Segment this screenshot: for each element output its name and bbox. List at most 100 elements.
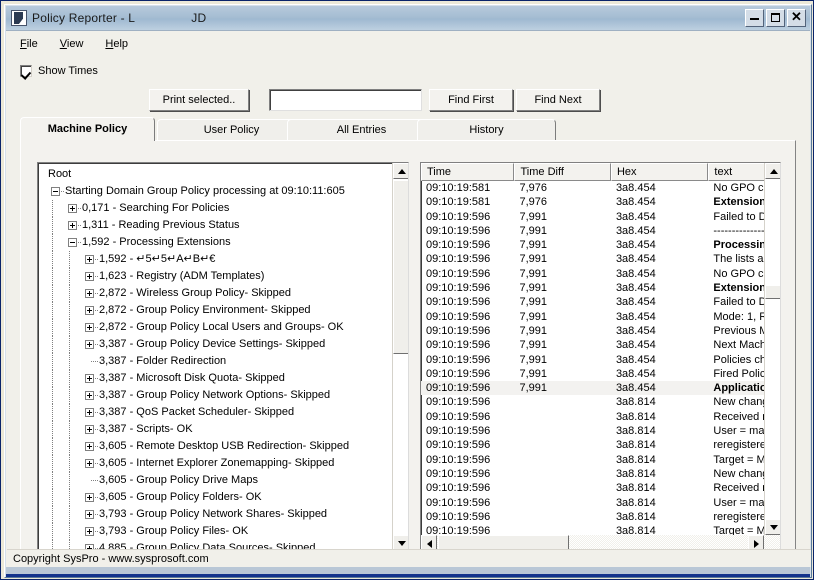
print-selected-button[interactable]: Print selected.. (149, 89, 249, 111)
tree-collapse-icon[interactable] (68, 238, 77, 247)
tree-expand-icon[interactable] (85, 493, 94, 502)
minimize-button[interactable] (745, 9, 764, 27)
table-row[interactable]: 09:10:19:5967,9913a8.454Mode: 1, Re (421, 310, 780, 324)
tree-node[interactable]: 3,793 - Group Policy Network Shares- Ski… (38, 506, 392, 523)
tree-expand-icon[interactable] (85, 442, 94, 451)
tree-expand-icon[interactable] (85, 374, 94, 383)
table-row[interactable]: 09:10:19:5967,9913a8.454Next Machir (421, 338, 780, 352)
tree-expand-icon[interactable] (85, 306, 94, 315)
table-row[interactable]: 09:10:19:5963a8.814New change (421, 467, 780, 481)
table-row[interactable]: 09:10:19:5963a8.814reregistered. (421, 438, 780, 452)
tree-node[interactable]: 3,605 - Group Policy Drive Maps (38, 472, 392, 489)
tree-scroll-thumb[interactable] (393, 180, 409, 354)
tree-expand-icon[interactable] (85, 527, 94, 536)
maximize-button[interactable] (766, 9, 785, 27)
tree-node[interactable]: 1,592 - ↵5↵5↵A↵B↵€ (38, 251, 392, 268)
title-bar[interactable]: Policy Reporter - L JD ✕ (6, 6, 810, 30)
tree-node[interactable]: 3,605 - Remote Desktop USB Redirection- … (38, 438, 392, 455)
column-header-time[interactable]: Time (421, 163, 514, 181)
table-row[interactable]: 09:10:19:5967,9913a8.454Policies chai (421, 353, 780, 367)
table-row[interactable]: 09:10:19:5817,9763a8.454No GPO cha (421, 181, 780, 195)
table-row[interactable]: 09:10:19:5967,9913a8.454Extension (421, 281, 780, 295)
table-row[interactable]: 09:10:19:5967,9913a8.454Failed to Del (421, 295, 780, 309)
tree-guide-line (91, 361, 98, 362)
tree-node-label: 1,311 - Reading Previous Status (82, 219, 240, 231)
table-row[interactable]: 09:10:19:5817,9763a8.454Extension (421, 195, 780, 209)
table-row[interactable]: 09:10:19:5967,9913a8.454No GPO cha (421, 267, 780, 281)
menu-item-file[interactable]: File (16, 37, 47, 51)
tree-node[interactable]: 3,387 - Group Policy Device Settings- Sk… (38, 336, 392, 353)
table-row[interactable]: 09:10:19:5963a8.814New change (421, 395, 780, 409)
table-row[interactable]: 09:10:19:5967,9913a8.454Previous Ma (421, 324, 780, 338)
menu-item-view[interactable]: View (56, 37, 93, 51)
tree-node[interactable]: 2,872 - Group Policy Environment- Skippe… (38, 302, 392, 319)
table-row[interactable]: 09:10:19:5967,9913a8.454The lists are (421, 252, 780, 266)
list-scroll-thumb[interactable] (765, 285, 781, 299)
tab-history[interactable]: History (417, 119, 556, 141)
show-times-checkbox[interactable]: Show Times (20, 65, 98, 77)
tree-vertical-scrollbar[interactable] (392, 163, 408, 551)
checkbox-checked-icon[interactable] (20, 65, 32, 77)
table-row[interactable]: 09:10:19:5963a8.814User = mach (421, 496, 780, 510)
tree-node[interactable]: 3,387 - Folder Redirection (38, 353, 392, 370)
tree-collapse-icon[interactable] (51, 187, 60, 196)
tree-node[interactable]: 3,387 - Microsoft Disk Quota- Skipped (38, 370, 392, 387)
tree-node[interactable]: 3,387 - QoS Packet Scheduler- Skipped (38, 404, 392, 421)
menu-item-help[interactable]: Help (101, 37, 137, 51)
search-input[interactable] (269, 89, 422, 111)
table-row[interactable]: 09:10:19:5963a8.814Received nc (421, 410, 780, 424)
tree-expand-icon[interactable] (85, 510, 94, 519)
tree-node[interactable]: 3,387 - Group Policy Network Options- Sk… (38, 387, 392, 404)
tree-scroll-up-button[interactable] (393, 163, 409, 179)
tree-node[interactable]: 2,872 - Wireless Group Policy- Skipped (38, 285, 392, 302)
tree-expand-icon[interactable] (85, 408, 94, 417)
column-header-time-diff[interactable]: Time Diff (514, 163, 610, 181)
table-row[interactable]: 09:10:19:5963a8.814reregistered. (421, 510, 780, 524)
table-row[interactable]: 09:10:19:5963a8.814Received nc (421, 481, 780, 495)
tab-all-entries[interactable]: All Entries (287, 119, 436, 141)
tree-expand-icon[interactable] (85, 272, 94, 281)
tree-expand-icon[interactable] (85, 323, 94, 332)
list-vertical-scrollbar[interactable] (764, 163, 780, 535)
tree-node[interactable]: 3,387 - Scripts- OK (38, 421, 392, 438)
tree-node[interactable]: 3,605 - Group Policy Folders- OK (38, 489, 392, 506)
tab-user-policy[interactable]: User Policy (157, 119, 306, 141)
entries-list[interactable]: Time Time Diff Hex text 09:10:19:5817,97… (420, 162, 781, 552)
tree-expand-icon[interactable] (85, 289, 94, 298)
tree-node[interactable]: 1,623 - Registry (ADM Templates) (38, 268, 392, 285)
table-row[interactable]: 09:10:19:5967,9913a8.454Application (421, 381, 780, 395)
tree-node[interactable]: 3,605 - Internet Explorer Zonemapping- S… (38, 455, 392, 472)
tree-expand-icon[interactable] (85, 459, 94, 468)
tree-node-label: 1,592 - ↵5↵5↵A↵B↵€ (99, 253, 215, 265)
tree-node[interactable]: 3,793 - Group Policy Files- OK (38, 523, 392, 540)
list-scroll-down-button[interactable] (765, 519, 781, 535)
tree-node[interactable]: 1,311 - Reading Previous Status (38, 217, 392, 234)
tree-expand-icon[interactable] (68, 221, 77, 230)
tree-expand-icon[interactable] (85, 340, 94, 349)
tree-node[interactable]: Starting Domain Group Policy processing … (38, 183, 392, 200)
tree-guide-line (69, 489, 70, 506)
tree-node[interactable]: 2,872 - Group Policy Local Users and Gro… (38, 319, 392, 336)
close-button[interactable]: ✕ (787, 9, 806, 27)
find-next-button[interactable]: Find Next (516, 89, 600, 111)
tab-machine-policy[interactable]: Machine Policy (20, 117, 155, 141)
table-row[interactable]: 09:10:19:5967,9913a8.454----------------… (421, 224, 780, 238)
tree-node[interactable]: Root (38, 166, 392, 183)
find-first-button[interactable]: Find First (429, 89, 513, 111)
table-row[interactable]: 09:10:19:5967,9913a8.454Fired Policy (421, 367, 780, 381)
tree-node[interactable]: 0,171 - Searching For Policies (38, 200, 392, 217)
column-header-hex[interactable]: Hex (611, 163, 708, 181)
table-row[interactable]: 09:10:19:5967,9913a8.454Failed to Del (421, 210, 780, 224)
tree-expand-icon[interactable] (85, 425, 94, 434)
tree-expand-icon[interactable] (68, 204, 77, 213)
tree-node-label: 2,872 - Group Policy Local Users and Gro… (99, 321, 344, 333)
tree-expand-icon[interactable] (85, 255, 94, 264)
list-scroll-up-button[interactable] (765, 163, 781, 179)
table-row[interactable]: 09:10:19:5963a8.814Target = Ma (421, 524, 780, 535)
tree-node[interactable]: 1,592 - Processing Extensions (38, 234, 392, 251)
tree-expand-icon[interactable] (85, 391, 94, 400)
table-row[interactable]: 09:10:19:5963a8.814User = mach (421, 424, 780, 438)
table-row[interactable]: 09:10:19:5967,9913a8.454Processing (421, 238, 780, 252)
policy-tree[interactable]: RootStarting Domain Group Policy process… (37, 162, 409, 552)
table-row[interactable]: 09:10:19:5963a8.814Target = Ma (421, 453, 780, 467)
